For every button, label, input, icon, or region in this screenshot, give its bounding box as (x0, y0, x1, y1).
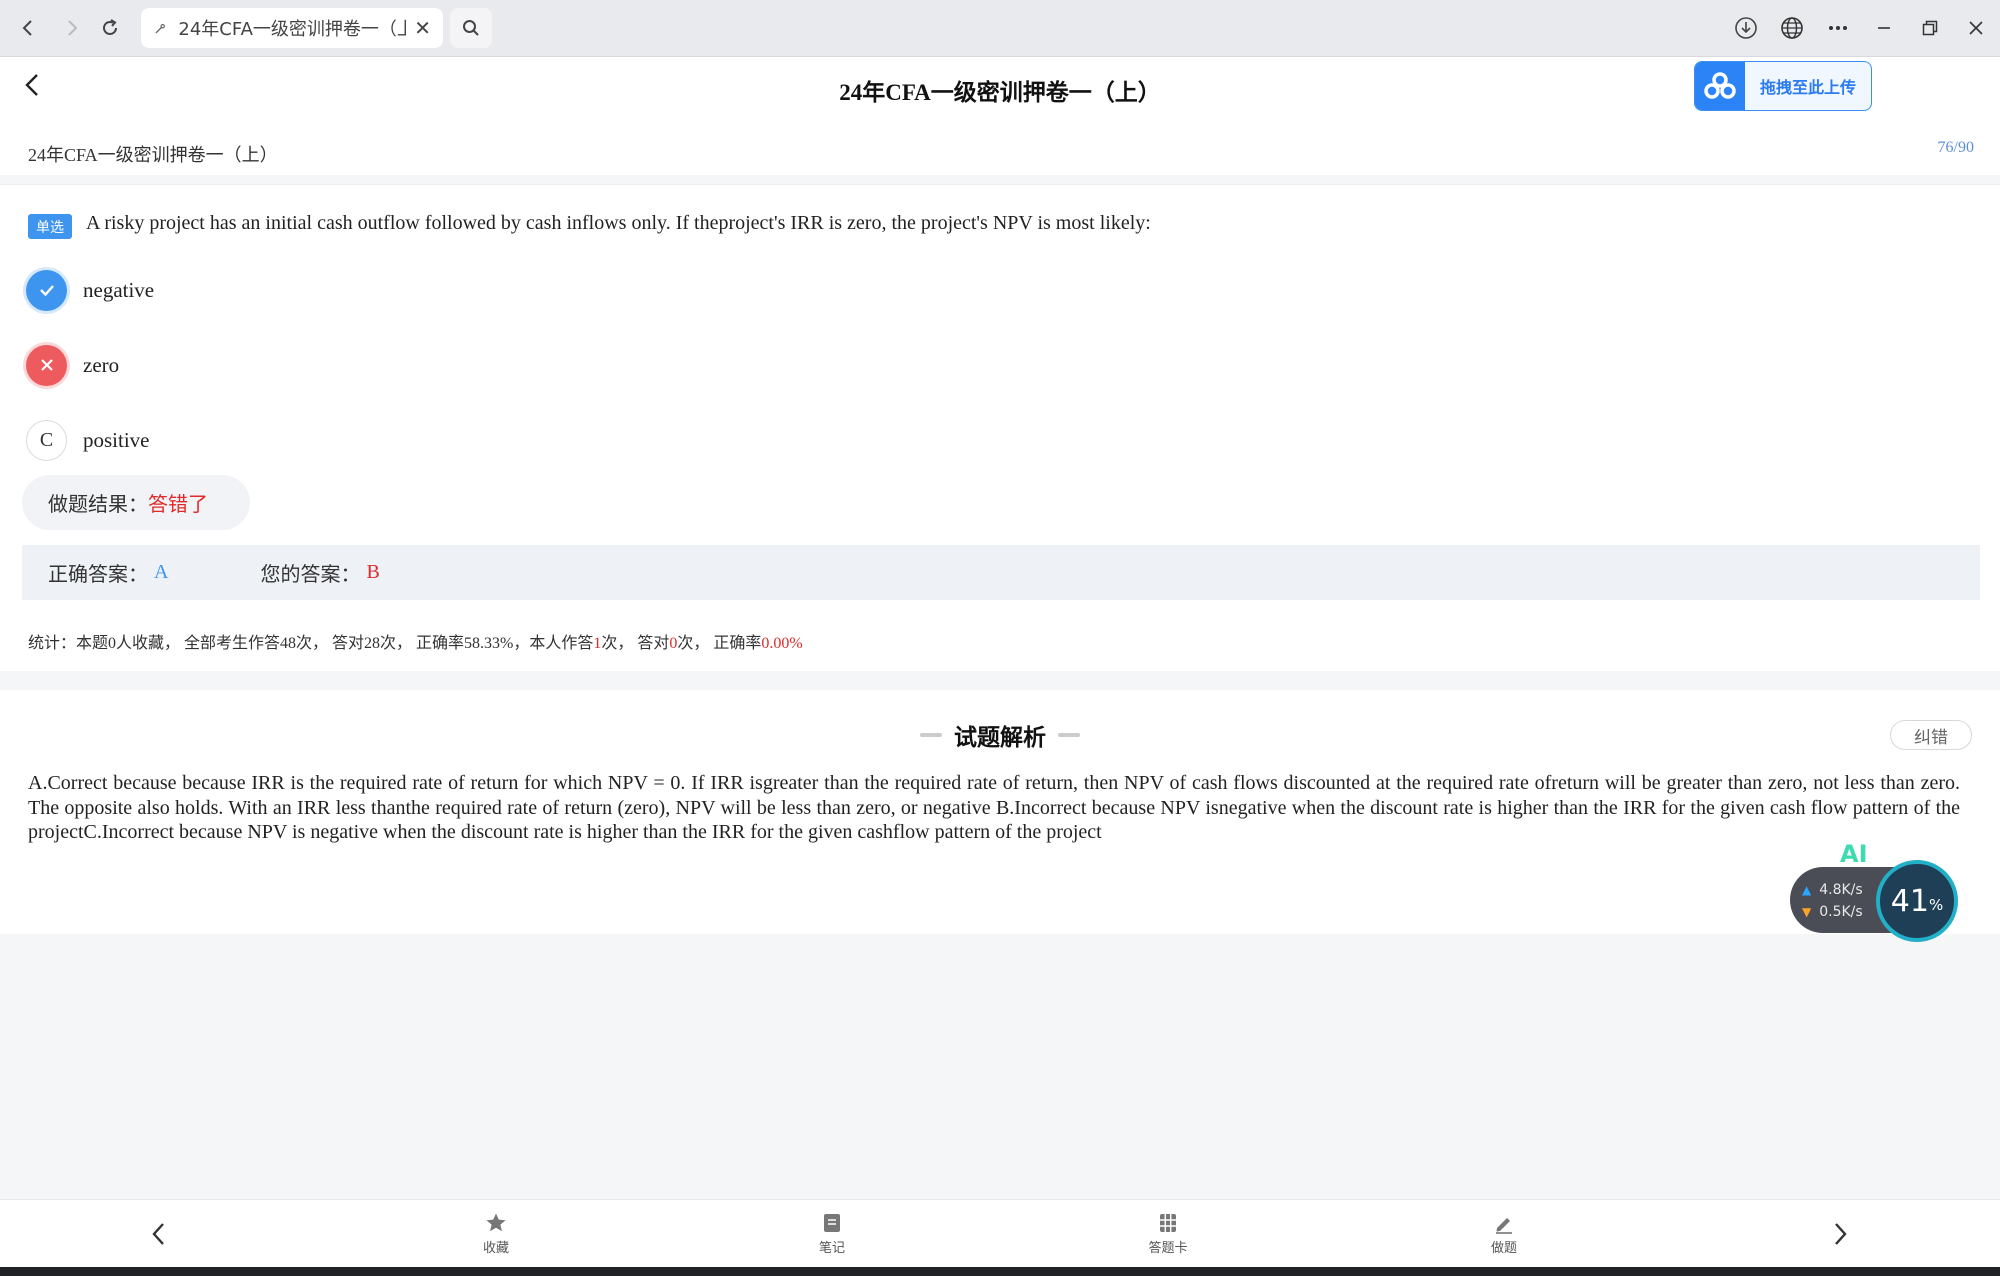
search-icon[interactable] (450, 8, 492, 48)
network-speed-widget[interactable]: AI ▲ 4.8K/s ▼ 0.5K/s 41% (1790, 840, 1960, 945)
your-answer-label: 您的答案： (260, 562, 361, 586)
correct-answer-label: 正确答案： (48, 562, 148, 586)
analysis-text: A.Correct because because IRR is the req… (28, 772, 1960, 843)
nav-label: 笔记 (818, 1241, 845, 1256)
paper-name: 24年CFA一级密训押卷一（上） (28, 145, 278, 165)
forward-arrow-icon[interactable] (56, 12, 88, 44)
stats-text: 次， 正确率 (677, 635, 762, 652)
stats-text: 统计：本题0人收藏， 全部考生作答48次， 答对28次， 正确率58.33%，本… (28, 635, 594, 652)
option-text: positive (83, 427, 150, 452)
report-error-button[interactable]: 纠错 (1890, 720, 1972, 750)
check-icon (26, 269, 67, 311)
answer-box: 正确答案： A 您的答案： B (22, 545, 1980, 600)
window-close-icon[interactable] (1960, 12, 1992, 44)
nav-label: 答题卡 (1148, 1241, 1188, 1256)
prev-question-icon[interactable] (141, 1216, 177, 1252)
download-arrow-icon: ▼ (1802, 905, 1812, 919)
question-text: A risky project has an initial cash outf… (86, 212, 1151, 234)
browser-toolbar: ⊸ 24年CFA一级密训押卷一（上） ✕ (0, 0, 2000, 57)
analysis-header: 试题解析 (0, 718, 2000, 752)
upload-speed: 4.8K/s (1819, 882, 1863, 898)
memory-gauge: 41% (1876, 860, 1958, 942)
favorite-button[interactable]: 收藏 (456, 1212, 536, 1256)
practice-button[interactable]: 做题 (1464, 1212, 1544, 1256)
close-icon[interactable]: ✕ (414, 16, 431, 40)
stats-line: 统计：本题0人收藏， 全部考生作答48次， 答对28次， 正确率58.33%，本… (28, 629, 803, 653)
stats-text: 次， 答对 (601, 635, 670, 652)
nav-label: 收藏 (482, 1241, 509, 1256)
restore-icon[interactable] (1914, 12, 1946, 44)
os-taskbar (0, 1267, 2000, 1276)
divider (1058, 733, 1080, 737)
gauge-percent-sign: % (1928, 896, 1944, 914)
your-answer-value: B (366, 561, 380, 583)
analysis-card: 试题解析 纠错 A.Correct because because IRR is… (0, 690, 2000, 934)
minimize-icon[interactable] (1868, 12, 1900, 44)
correct-answer-value: A (154, 561, 169, 583)
option-text: negative (83, 277, 155, 302)
option-a[interactable]: negative (26, 269, 154, 311)
grid-icon (1160, 1214, 1176, 1232)
option-marker: C (26, 419, 67, 461)
option-b[interactable]: zero (26, 344, 119, 386)
analysis-title: 试题解析 (954, 725, 1046, 751)
question-type-badge: 单选 (28, 214, 72, 239)
star-icon (486, 1213, 506, 1232)
self-rate: 0.00% (761, 635, 803, 652)
question-progress: 76/90 (1937, 139, 1974, 156)
cross-icon (26, 344, 67, 386)
upload-arrow-icon: ▲ (1802, 883, 1812, 897)
refresh-icon[interactable] (94, 12, 126, 44)
answer-card-button[interactable]: 答题卡 (1128, 1212, 1208, 1256)
result-label: 做题结果： (48, 492, 148, 516)
more-icon[interactable] (1822, 12, 1854, 44)
back-arrow-icon[interactable] (12, 12, 44, 44)
ai-label: AI (1840, 840, 1868, 868)
pencil-icon (1496, 1218, 1512, 1234)
result-pill: 做题结果： 答错了 (22, 475, 250, 530)
tab-title: 24年CFA一级密训押卷一（上） (178, 19, 407, 40)
notes-button[interactable]: 笔记 (792, 1212, 872, 1256)
divider (920, 733, 942, 737)
note-icon (824, 1214, 840, 1232)
browser-tab[interactable]: ⊸ 24年CFA一级密训押卷一（上） ✕ (141, 8, 443, 48)
option-text: zero (83, 352, 120, 377)
next-question-icon[interactable] (1822, 1216, 1858, 1252)
upload-label: 拖拽至此上传 (1759, 78, 1856, 97)
baidu-netdisk-icon (1695, 62, 1745, 110)
upload-button[interactable]: 拖拽至此上传 (1694, 61, 1872, 111)
result-value: 答错了 (148, 492, 208, 516)
link-icon: ⊸ (148, 16, 172, 40)
download-icon[interactable] (1730, 12, 1762, 44)
question-card: 单选 A risky project has an initial cash o… (0, 185, 2000, 671)
nav-label: 做题 (1490, 1241, 1517, 1256)
globe-icon[interactable] (1776, 12, 1808, 44)
bottom-nav: 收藏 笔记 答题卡 做题 (0, 1199, 2000, 1267)
gauge-percent: 41 (1890, 883, 1929, 919)
page-header: 24年CFA一级密训押卷一（上） 拖拽至此上传 24年CFA一级密训押卷一（上）… (0, 57, 2000, 175)
download-speed: 0.5K/s (1819, 904, 1863, 920)
option-c[interactable]: C positive (26, 419, 150, 461)
